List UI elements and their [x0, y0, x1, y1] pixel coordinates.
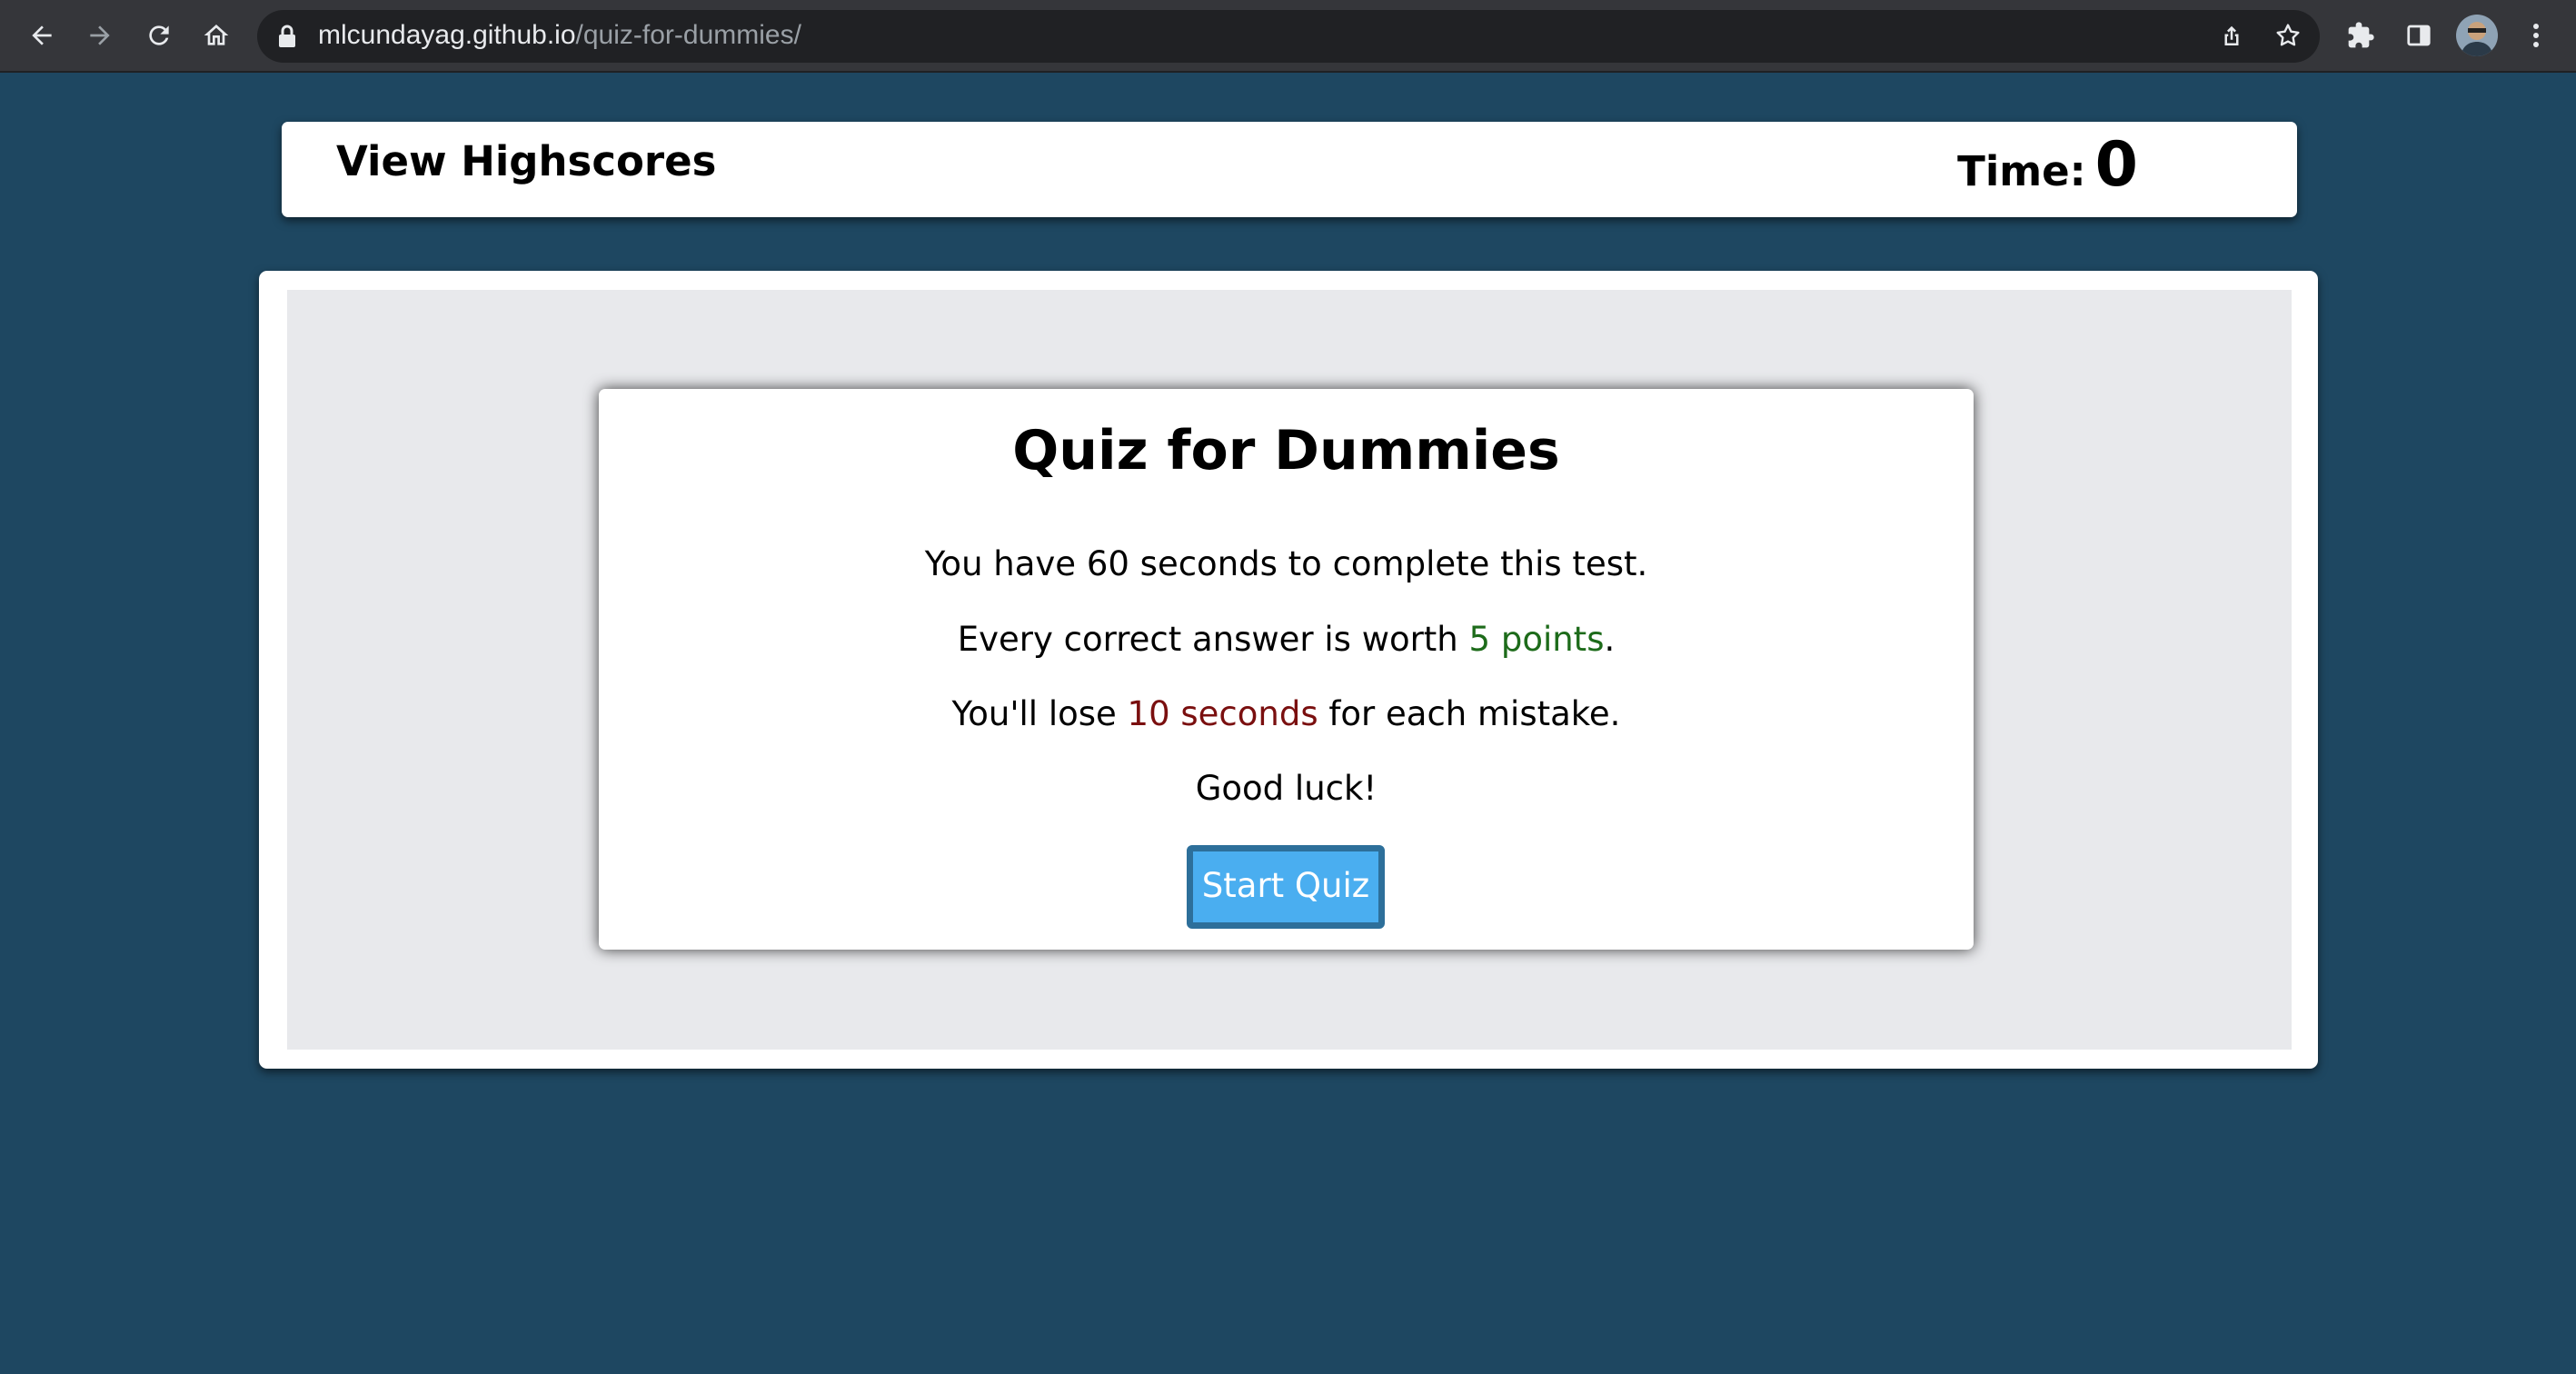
- quiz-title: Quiz for Dummies: [1012, 419, 1560, 483]
- url-path: /quiz-for-dummies/: [575, 20, 801, 50]
- quiz-area: Quiz for Dummies You have 60 seconds to …: [287, 290, 2292, 1050]
- points-text-post: .: [1604, 620, 1616, 659]
- view-highscores-link[interactable]: View Highscores: [336, 133, 716, 191]
- share-icon[interactable]: [2215, 20, 2248, 53]
- reload-icon[interactable]: [143, 19, 175, 52]
- menu-icon[interactable]: [2522, 19, 2550, 52]
- intro-points: Every correct answer is worth 5 points.: [599, 617, 1974, 662]
- lock-icon: [277, 25, 297, 48]
- side-panel-icon[interactable]: [2402, 19, 2435, 52]
- forward-icon[interactable]: [84, 19, 116, 52]
- star-icon[interactable]: [2272, 19, 2304, 52]
- penalty-text-post: for each mistake.: [1318, 694, 1621, 733]
- intro-time-limit: You have 60 seconds to complete this tes…: [924, 544, 1648, 583]
- penalty-highlight: 10 seconds: [1127, 694, 1318, 733]
- intro-penalty: You'll lose 10 seconds for each mistake.: [599, 692, 1974, 737]
- timer: Time: 0: [1957, 129, 2138, 201]
- home-icon[interactable]: [200, 19, 233, 52]
- points-highlight: 5 points: [1468, 620, 1605, 659]
- header-bar: View Highscores Time: 0: [282, 122, 2297, 217]
- main-container: Quiz for Dummies You have 60 seconds to …: [259, 271, 2318, 1069]
- back-icon[interactable]: [25, 19, 58, 52]
- points-text-pre: Every correct answer is worth: [957, 620, 1469, 659]
- url-domain: mlcundayag.github.io: [318, 20, 576, 50]
- extensions-icon[interactable]: [2344, 19, 2377, 52]
- profile-avatar[interactable]: [2456, 15, 2498, 56]
- start-quiz-button[interactable]: Start Quiz: [1187, 845, 1385, 929]
- timer-label: Time:: [1957, 147, 2086, 195]
- intro-card: Quiz for Dummies You have 60 seconds to …: [599, 389, 1974, 950]
- browser-toolbar: mlcundayag.github.io/quiz-for-dummies/: [0, 0, 2576, 73]
- timer-value: 0: [2094, 129, 2138, 201]
- penalty-text-pre: You'll lose: [951, 694, 1128, 733]
- intro-good-luck: Good luck!: [1195, 769, 1378, 808]
- url-text[interactable]: mlcundayag.github.io/quiz-for-dummies/: [318, 15, 801, 55]
